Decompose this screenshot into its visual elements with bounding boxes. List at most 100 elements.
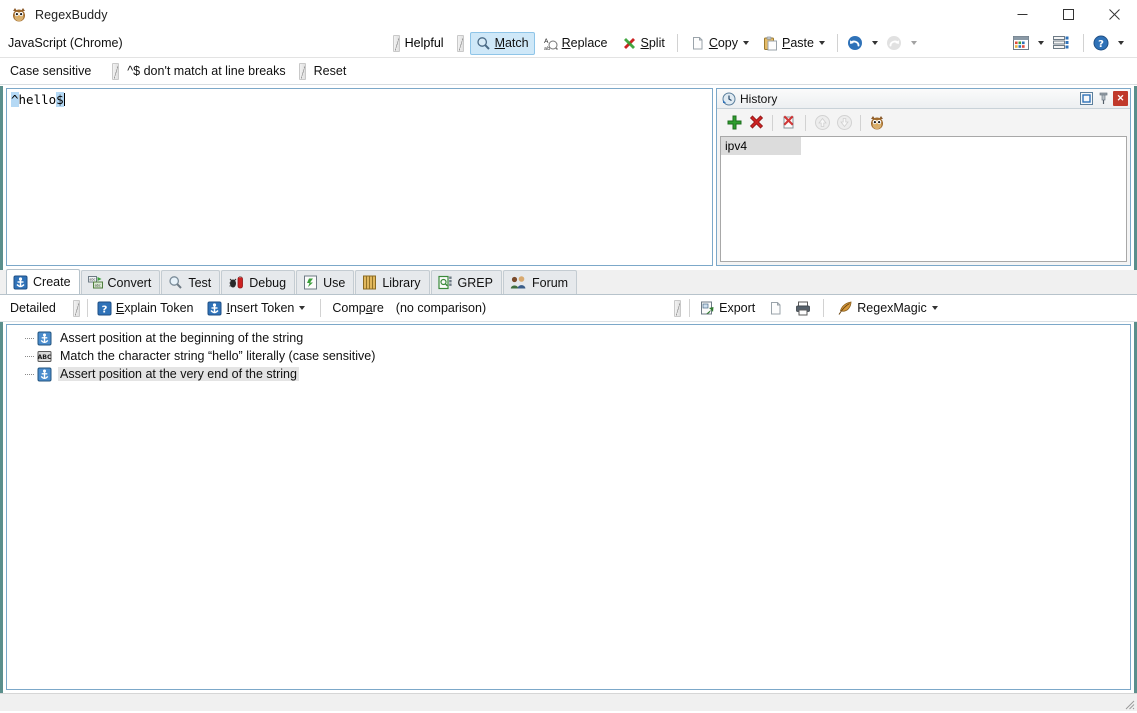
panels-button[interactable] [1049,32,1077,55]
line-breaks-option[interactable]: ^$ don't match at line breaks [124,64,288,78]
history-panel: History ✕ ipv4 [716,88,1131,266]
copy-result-button[interactable] [763,297,788,320]
tab-library[interactable]: Library [355,270,430,294]
history-item-label[interactable]: ipv4 [721,137,801,155]
match-button[interactable]: Match [469,31,535,55]
options-grip-2[interactable] [298,62,306,80]
explanation-row[interactable]: ABC Match the character string “hello” l… [7,347,1130,365]
maximize-button[interactable] [1045,0,1091,29]
help-button[interactable]: ? [1090,32,1127,55]
regex-flavor-label[interactable]: JavaScript (Chrome) [8,36,123,50]
layout-button[interactable] [1010,32,1047,55]
paste-label: Paste [782,36,814,50]
regex-text-content[interactable]: ^hello$ [7,89,712,111]
regexmagic-button[interactable]: RegexMagic [831,297,943,320]
export-button[interactable]: Export [694,297,761,320]
explanation-text: Match the character string “hello” liter… [60,349,376,363]
restore-icon[interactable] [1079,91,1094,106]
regex-editor[interactable]: ^hello$ [6,88,713,266]
anchor-icon [37,330,53,346]
toolbar-divider-3 [1083,34,1084,52]
chevron-down-icon[interactable] [299,306,306,310]
undo-button[interactable] [844,32,881,55]
tab-use[interactable]: Use [296,270,355,294]
resize-grip[interactable] [1122,697,1135,710]
helpful-label[interactable]: Helpful [405,36,444,50]
insert-token-label: Insert Token [226,301,295,315]
title-bar: RegexBuddy [0,0,1137,29]
detail-level-select[interactable]: Detailed [7,301,59,315]
history-toolbar [717,109,1130,136]
compare-label[interactable]: Compare [329,301,386,315]
grid-layout-icon [1013,36,1029,50]
toolbar-grip-1[interactable] [392,34,400,52]
close-button[interactable] [1091,0,1137,29]
replace-button[interactable]: A ab Replace [537,32,614,55]
redo-button[interactable] [883,32,920,55]
arrow-up-circle-icon[interactable] [811,112,833,134]
minimize-button[interactable] [999,0,1045,29]
tab-forum[interactable]: Forum [502,270,578,294]
subtoolbar-grip-1[interactable] [72,299,80,317]
explanation-row[interactable]: Assert position at the very end of the s… [7,365,1130,383]
split-button[interactable]: Split [616,32,671,55]
pin-icon[interactable] [1096,91,1111,106]
arrow-down-circle-icon[interactable] [833,112,855,134]
subtoolbar-grip-2[interactable] [674,299,682,317]
regexmagic-label: RegexMagic [857,301,927,315]
history-divider-2 [805,114,806,131]
regex-start-anchor: ^ [11,92,19,107]
subtoolbar-divider-0 [86,299,88,317]
tab-convert[interactable]: abc abc Convert [80,270,161,294]
regex-explanation-pane[interactable]: Assert position at the beginning of the … [6,324,1131,690]
options-grip-1[interactable] [112,62,120,80]
tab-test[interactable]: Test [161,270,221,294]
svg-text:ABC: ABC [37,354,52,361]
close-icon[interactable]: ✕ [1113,91,1128,106]
window-controls [999,0,1137,29]
undo-icon [847,35,863,51]
copy-button[interactable]: Copy [684,32,755,55]
explanation-text: Assert position at the beginning of the … [60,331,304,345]
clear-all-icon[interactable] [778,112,800,134]
plus-icon[interactable] [723,112,745,134]
subtoolbar-divider-3 [823,299,825,317]
paste-button[interactable]: Paste [757,32,831,55]
replace-ab-icon: A ab [543,36,558,51]
svg-text:A: A [544,37,549,45]
library-books-icon [362,275,377,290]
tab-grep[interactable]: GREP [430,270,502,294]
history-list[interactable]: ipv4 [720,136,1127,262]
chevron-down-icon[interactable] [819,41,825,45]
options-toolbar: Case sensitive ^$ don't match at line br… [0,58,1137,85]
split-label: Split [640,36,665,50]
list-item[interactable]: ipv4 [721,137,1126,155]
delete-x-icon[interactable] [745,112,767,134]
owl-icon[interactable] [866,112,888,134]
chevron-down-icon[interactable] [743,41,750,45]
chevron-down-icon[interactable] [931,306,938,310]
tab-debug[interactable]: Debug [221,270,296,294]
chevron-down-icon[interactable] [911,41,917,45]
toolbar-grip-2[interactable] [456,34,464,52]
main-tab-bar: Create abc abc Convert Test Debug Use Li… [0,269,1137,295]
explanation-row[interactable]: Assert position at the beginning of the … [7,329,1130,347]
subtoolbar-divider-1 [320,299,322,317]
print-button[interactable] [790,297,816,320]
explain-token-button[interactable]: ? Explain Token [91,297,200,320]
case-sensitive-option[interactable]: Case sensitive [7,64,94,78]
chevron-down-icon[interactable] [872,41,878,45]
forum-people-icon [510,275,527,290]
tab-grep-label: GREP [457,275,493,290]
regexbuddy-owl-icon [11,7,27,23]
convert-icon: abc abc [87,275,103,290]
reset-option[interactable]: Reset [311,64,350,78]
history-divider-1 [772,114,773,131]
insert-token-button[interactable]: Insert Token [201,297,311,320]
tab-create[interactable]: Create [6,269,80,294]
bug-icon [228,275,244,290]
chevron-down-icon[interactable] [1038,41,1044,45]
tab-forum-label: Forum [531,275,569,290]
tab-library-label: Library [382,275,421,290]
chevron-down-icon[interactable] [1118,41,1124,45]
